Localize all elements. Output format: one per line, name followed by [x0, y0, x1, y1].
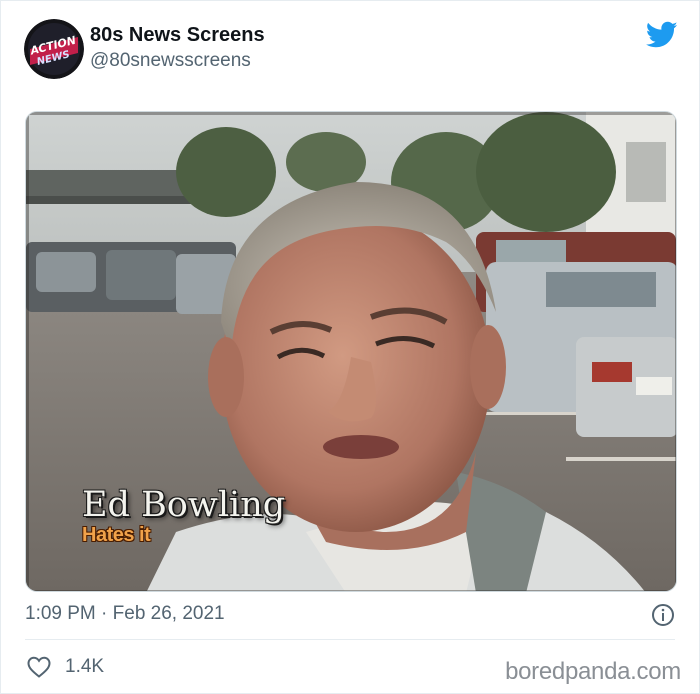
- author-block: 80s News Screens @80snewsscreens: [90, 23, 265, 74]
- news-lower-third: Ed Bowling Hates it: [82, 484, 285, 547]
- tweet-media-image[interactable]: Ed Bowling Hates it: [25, 111, 677, 592]
- avatar[interactable]: ACTION NEWS: [24, 19, 84, 79]
- tweet-card: ACTION NEWS 80s News Screens @80snewsscr…: [0, 0, 700, 694]
- user-handle[interactable]: @80snewsscreens: [90, 48, 265, 74]
- lower-third-subtitle: Hates it: [82, 524, 151, 546]
- action-news-logo: ACTION NEWS: [24, 19, 84, 79]
- tweet-timestamp[interactable]: 1:09 PM · Feb 26, 2021: [25, 602, 225, 626]
- divider: [25, 639, 675, 640]
- heart-icon[interactable]: [27, 656, 51, 678]
- lower-third-name: Ed Bowling: [82, 485, 286, 525]
- twitter-bird-icon[interactable]: [646, 21, 678, 49]
- display-name[interactable]: 80s News Screens: [90, 23, 265, 47]
- watermark: boredpanda.com: [505, 658, 681, 685]
- like-count[interactable]: 1.4K: [65, 656, 104, 678]
- info-icon[interactable]: [651, 603, 675, 627]
